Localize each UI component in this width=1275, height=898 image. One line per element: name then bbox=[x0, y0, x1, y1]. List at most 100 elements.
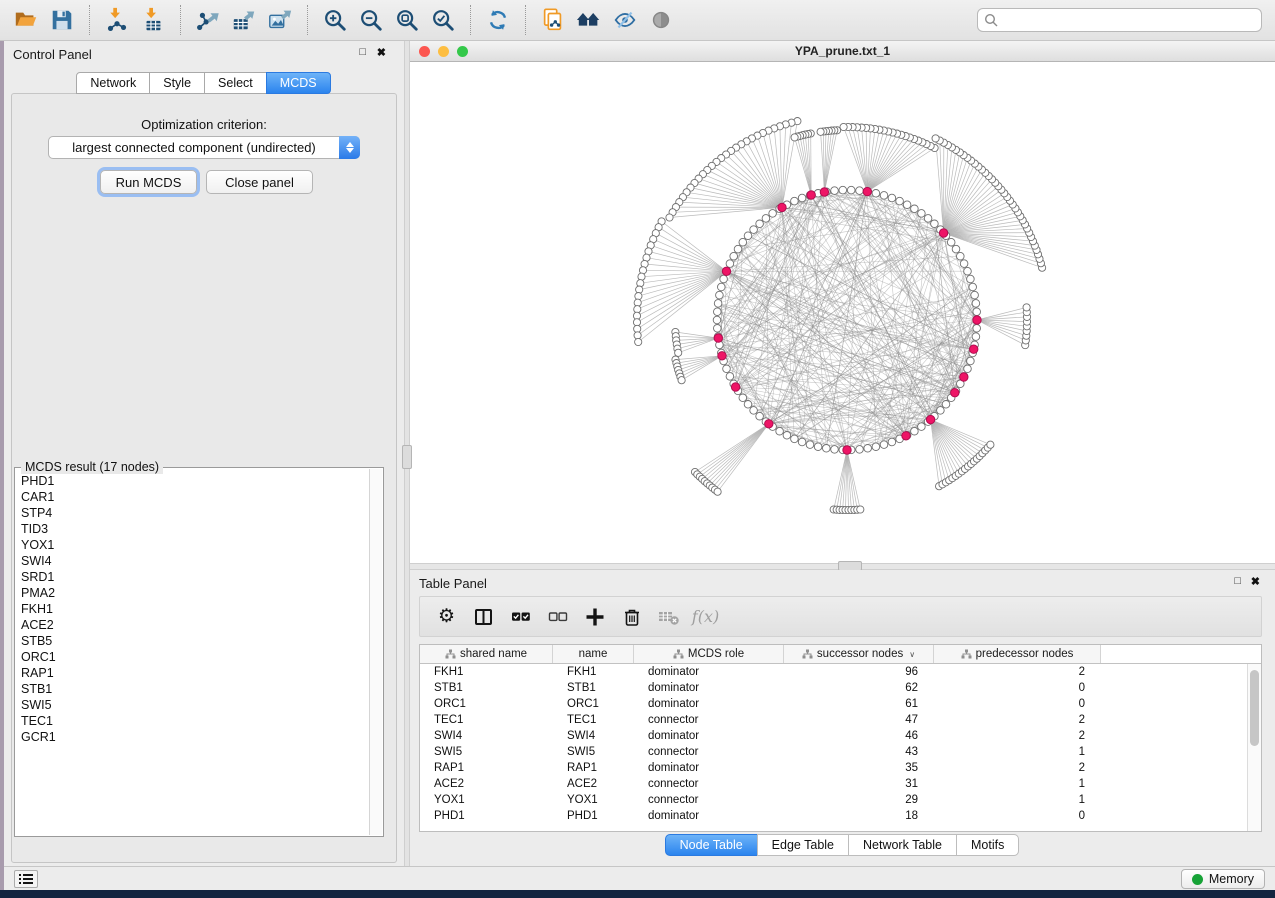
tab-network[interactable]: Network bbox=[76, 72, 150, 94]
close-panel-icon[interactable]: ✖ bbox=[377, 46, 386, 59]
refresh-view-button[interactable] bbox=[480, 3, 516, 37]
table-panel-title: Table Panel bbox=[419, 576, 487, 591]
home-button[interactable] bbox=[571, 3, 607, 37]
mcds-node-item[interactable]: GCR1 bbox=[16, 729, 369, 745]
save-session-button[interactable] bbox=[44, 3, 80, 37]
zoom-selected-button[interactable] bbox=[425, 3, 461, 37]
network-view-titlebar[interactable]: YPA_prune.txt_1 bbox=[410, 41, 1275, 62]
criterion-selected-value: largest connected component (undirected) bbox=[49, 140, 339, 155]
mcds-node-item[interactable]: FKH1 bbox=[16, 601, 369, 617]
mcds-node-item[interactable]: SWI5 bbox=[16, 697, 369, 713]
toolbar-separator bbox=[470, 5, 471, 35]
mcds-node-item[interactable]: STB5 bbox=[16, 633, 369, 649]
mcds-node-item[interactable]: YOX1 bbox=[16, 537, 369, 553]
node-table-body: FKH1FKH1dominator962STB1STB1dominator620… bbox=[420, 664, 1247, 831]
column-header-MCDS-role[interactable]: MCDS role bbox=[634, 645, 784, 663]
mcds-node-item[interactable]: STP4 bbox=[16, 505, 369, 521]
export-table-button[interactable] bbox=[226, 3, 262, 37]
plus-icon bbox=[585, 607, 605, 627]
table-row[interactable]: ORC1ORC1dominator610 bbox=[420, 696, 1247, 712]
column-header-name[interactable]: name bbox=[553, 645, 634, 663]
mcds-node-item[interactable]: SWI4 bbox=[16, 553, 369, 569]
column-header-shared-name[interactable]: shared name bbox=[420, 645, 553, 663]
search-input[interactable] bbox=[977, 8, 1262, 32]
show-hide-details-button[interactable] bbox=[643, 3, 679, 37]
column-layout-button[interactable] bbox=[465, 600, 502, 634]
vertical-splitter-handle[interactable] bbox=[402, 445, 412, 469]
table-row[interactable]: SWI5SWI5connector431 bbox=[420, 744, 1247, 760]
tab-network-table[interactable]: Network Table bbox=[848, 834, 957, 856]
main-toolbar bbox=[0, 0, 1275, 41]
tab-select[interactable]: Select bbox=[204, 72, 267, 94]
mcds-node-item[interactable]: RAP1 bbox=[16, 665, 369, 681]
mcds-node-item[interactable]: SRD1 bbox=[16, 569, 369, 585]
toolbar-separator bbox=[525, 5, 526, 35]
column-header-predecessor-nodes[interactable]: predecessor nodes bbox=[934, 645, 1101, 663]
tab-mcds[interactable]: MCDS bbox=[266, 72, 331, 94]
mcds-node-item[interactable]: CAR1 bbox=[16, 489, 369, 505]
table-row[interactable]: PHD1PHD1dominator180 bbox=[420, 808, 1247, 824]
list-icon bbox=[19, 873, 33, 885]
zoom-fit-button[interactable] bbox=[389, 3, 425, 37]
run-mcds-button[interactable]: Run MCDS bbox=[100, 170, 197, 194]
float-panel-icon[interactable]: □ bbox=[1234, 575, 1241, 587]
import-table-icon bbox=[140, 7, 166, 33]
horizontal-splitter[interactable] bbox=[410, 563, 1275, 570]
open-session-button[interactable] bbox=[8, 3, 44, 37]
column-type-icon bbox=[961, 649, 972, 659]
float-panel-icon[interactable]: □ bbox=[359, 46, 366, 58]
table-scrollbar[interactable] bbox=[1247, 664, 1261, 831]
table-row[interactable]: ACE2ACE2connector311 bbox=[420, 776, 1247, 792]
network-canvas[interactable] bbox=[410, 62, 1275, 563]
column-header-successor-nodes[interactable]: successor nodes∨ bbox=[784, 645, 934, 663]
hide-graphics-details-button[interactable] bbox=[607, 3, 643, 37]
table-settings-button[interactable]: ⚙ bbox=[428, 600, 465, 634]
double-house-icon bbox=[575, 7, 603, 33]
clone-network-button[interactable] bbox=[535, 3, 571, 37]
tab-edge-table[interactable]: Edge Table bbox=[757, 834, 849, 856]
node-table-header-row: shared namenameMCDS rolesuccessor nodes∨… bbox=[420, 645, 1261, 664]
mcds-node-item[interactable]: PMA2 bbox=[16, 585, 369, 601]
status-bar: Memory bbox=[4, 866, 1275, 890]
mcds-node-item[interactable]: ACE2 bbox=[16, 617, 369, 633]
mcds-node-item[interactable]: TID3 bbox=[16, 521, 369, 537]
mcds-node-item[interactable]: TEC1 bbox=[16, 713, 369, 729]
add-column-button[interactable] bbox=[576, 600, 613, 634]
mcds-list-scrollbar[interactable] bbox=[369, 469, 382, 835]
mcds-result-list: PHD1CAR1STP4TID3YOX1SWI4SRD1PMA2FKH1ACE2… bbox=[16, 470, 369, 835]
unselect-all-columns-button[interactable] bbox=[539, 600, 576, 634]
export-image-button[interactable] bbox=[262, 3, 298, 37]
table-row[interactable]: STB1STB1dominator620 bbox=[420, 680, 1247, 696]
zoom-in-button[interactable] bbox=[317, 3, 353, 37]
table-row[interactable]: SWI4SWI4dominator462 bbox=[420, 728, 1247, 744]
vertical-splitter[interactable] bbox=[404, 41, 410, 866]
export-network-button[interactable] bbox=[190, 3, 226, 37]
table-row[interactable]: TEC1TEC1connector472 bbox=[420, 712, 1247, 728]
clone-network-icon bbox=[540, 7, 566, 33]
toolbar-separator bbox=[307, 5, 308, 35]
export-image-icon bbox=[267, 7, 293, 33]
memory-button[interactable]: Memory bbox=[1181, 869, 1265, 889]
zoom-out-button[interactable] bbox=[353, 3, 389, 37]
delete-column-button[interactable] bbox=[613, 600, 650, 634]
save-floppy-icon bbox=[49, 7, 75, 33]
mcds-node-item[interactable]: STB1 bbox=[16, 681, 369, 697]
close-panel-icon[interactable]: ✖ bbox=[1251, 575, 1260, 588]
optimization-criterion-select[interactable]: largest connected component (undirected) bbox=[48, 136, 360, 159]
mcds-node-item[interactable]: ORC1 bbox=[16, 649, 369, 665]
import-network-icon bbox=[104, 7, 130, 33]
tab-node-table[interactable]: Node Table bbox=[665, 834, 758, 856]
table-scrollbar-thumb[interactable] bbox=[1250, 670, 1259, 746]
mcds-node-item[interactable]: PHD1 bbox=[16, 473, 369, 489]
import-network-button[interactable] bbox=[99, 3, 135, 37]
table-row[interactable]: FKH1FKH1dominator962 bbox=[420, 664, 1247, 680]
select-all-columns-button[interactable] bbox=[502, 600, 539, 634]
tab-style[interactable]: Style bbox=[149, 72, 205, 94]
table-row[interactable]: RAP1RAP1dominator352 bbox=[420, 760, 1247, 776]
tab-motifs[interactable]: Motifs bbox=[956, 834, 1019, 856]
table-row[interactable]: YOX1YOX1connector291 bbox=[420, 792, 1247, 808]
column-type-icon bbox=[802, 649, 813, 659]
task-history-button[interactable] bbox=[14, 870, 38, 888]
import-table-button[interactable] bbox=[135, 3, 171, 37]
close-panel-button[interactable]: Close panel bbox=[206, 170, 313, 194]
